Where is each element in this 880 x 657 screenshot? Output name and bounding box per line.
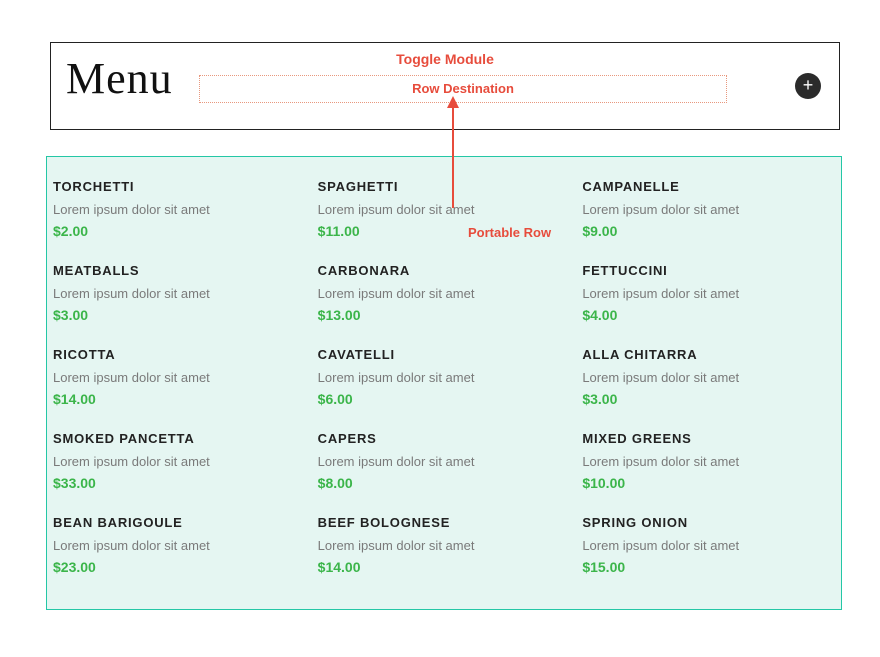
menu-item-title: ALLA CHITARRA [582,347,837,362]
menu-item-desc: Lorem ipsum dolor sit amet [582,202,837,217]
menu-column: SPAGHETTILorem ipsum dolor sit amet$11.0… [312,179,577,599]
menu-item-title: BEAN BARIGOULE [53,515,308,530]
menu-item-price: $9.00 [582,223,837,239]
toggle-module-label: Toggle Module [51,51,839,67]
menu-item-desc: Lorem ipsum dolor sit amet [582,454,837,469]
menu-item-price: $6.00 [318,391,573,407]
portable-row-section[interactable]: TORCHETTI Lorem ipsum dolor sit amet $2.00… [46,156,842,610]
menu-item-desc: Lorem ipsum dolor sit amet [53,286,308,301]
menu-item: RICOTTA Lorem ipsum dolor sit amet $14.00 [51,347,308,407]
menu-item-desc: Lorem ipsum dolor sit amet [582,538,837,553]
menu-item-desc: Lorem ipsum dolor sit amet [582,286,837,301]
menu-item: BEEF BOLOGNESE Lorem ipsum dolor sit amet… [316,515,573,575]
menu-item-title: CAVATELLI [318,347,573,362]
menu-column: CAMPANELLE Lorem ipsum dolor sit amet $9.0… [576,179,841,599]
plus-icon: + [803,75,814,95]
menu-item-price: $23.00 [53,559,308,575]
menu-item-price: $2.00 [53,223,308,239]
row-destination-dropzone[interactable]: Row Destination [199,75,727,103]
menu-item: MIXED GREENS Lorem ipsum dolor sit amet $1… [580,431,837,491]
arrow-annotation [452,98,454,208]
menu-item: SPRING ONION Lorem ipsum dolor sit amet $1… [580,515,837,575]
menu-item: MEATBALLS Lorem ipsum dolor sit amet $3.00 [51,263,308,323]
menu-item-title: RICOTTA [53,347,308,362]
menu-item-title: CAPERS [318,431,573,446]
menu-item-price: $10.00 [582,475,837,491]
menu-item-price: $15.00 [582,559,837,575]
menu-item: BEAN BARIGOULE Lorem ipsum dolor sit amet… [51,515,308,575]
menu-item: CARBONARA Lorem ipsum dolor sit amet $13.0… [316,263,573,323]
menu-item-title: MEATBALLS [53,263,308,278]
menu-item-desc: Lorem ipsum dolor sit amet [53,370,308,385]
portable-row-label: Portable Row [468,225,551,240]
menu-item-title: SMOKED PANCETTA [53,431,308,446]
menu-item-desc: Lorem ipsum dolor sit amet [318,286,573,301]
menu-item-price: $14.00 [53,391,308,407]
menu-item: CAMPANELLE Lorem ipsum dolor sit amet $9.0… [580,179,837,239]
menu-item-desc: Lorem ipsum dolor sit amet [53,454,308,469]
menu-item-price: $8.00 [318,475,573,491]
menu-item-desc: Lorem ipsum dolor sit amet [582,370,837,385]
menu-item-title: FETTUCCINI [582,263,837,278]
menu-item-desc: Lorem ipsum dolor sit amet [53,202,308,217]
menu-column: TORCHETTI Lorem ipsum dolor sit amet $2.00… [47,179,312,599]
menu-item: SMOKED PANCETTA Lorem ipsum dolor sit ame… [51,431,308,491]
menu-item-title: CAMPANELLE [582,179,837,194]
menu-item-price: $33.00 [53,475,308,491]
menu-item-desc: Lorem ipsum dolor sit amet [53,538,308,553]
menu-item: ALLA CHITARRA Lorem ipsum dolor sit amet $… [580,347,837,407]
menu-item-price: $13.00 [318,307,573,323]
menu-item-price: $4.00 [582,307,837,323]
menu-item: TORCHETTI Lorem ipsum dolor sit amet $2.00 [51,179,308,239]
menu-item-title: CARBONARA [318,263,573,278]
menu-item-desc: Lorem ipsum dolor sit amet [318,454,573,469]
menu-item-title: SPRING ONION [582,515,837,530]
menu-item-title: BEEF BOLOGNESE [318,515,573,530]
menu-item-title: TORCHETTI [53,179,308,194]
toggle-module-box[interactable]: Menu Toggle Module Row Destination + [50,42,840,130]
menu-item-price: $14.00 [318,559,573,575]
menu-item-desc: Lorem ipsum dolor sit amet [318,538,573,553]
add-button[interactable]: + [795,73,821,99]
menu-item-desc: Lorem ipsum dolor sit amet [318,370,573,385]
menu-item: CAPERS Lorem ipsum dolor sit amet $8.00 [316,431,573,491]
menu-item: CAVATELLI Lorem ipsum dolor sit amet $6.00 [316,347,573,407]
menu-item-title: MIXED GREENS [582,431,837,446]
menu-item: FETTUCCINI Lorem ipsum dolor sit amet $4.0… [580,263,837,323]
menu-item-price: $3.00 [53,307,308,323]
menu-item-price: $3.00 [582,391,837,407]
menu-item-title: SPAGHETTI [318,179,573,194]
menu-item-desc: Lorem ipsum dolor sit amet [318,202,573,217]
